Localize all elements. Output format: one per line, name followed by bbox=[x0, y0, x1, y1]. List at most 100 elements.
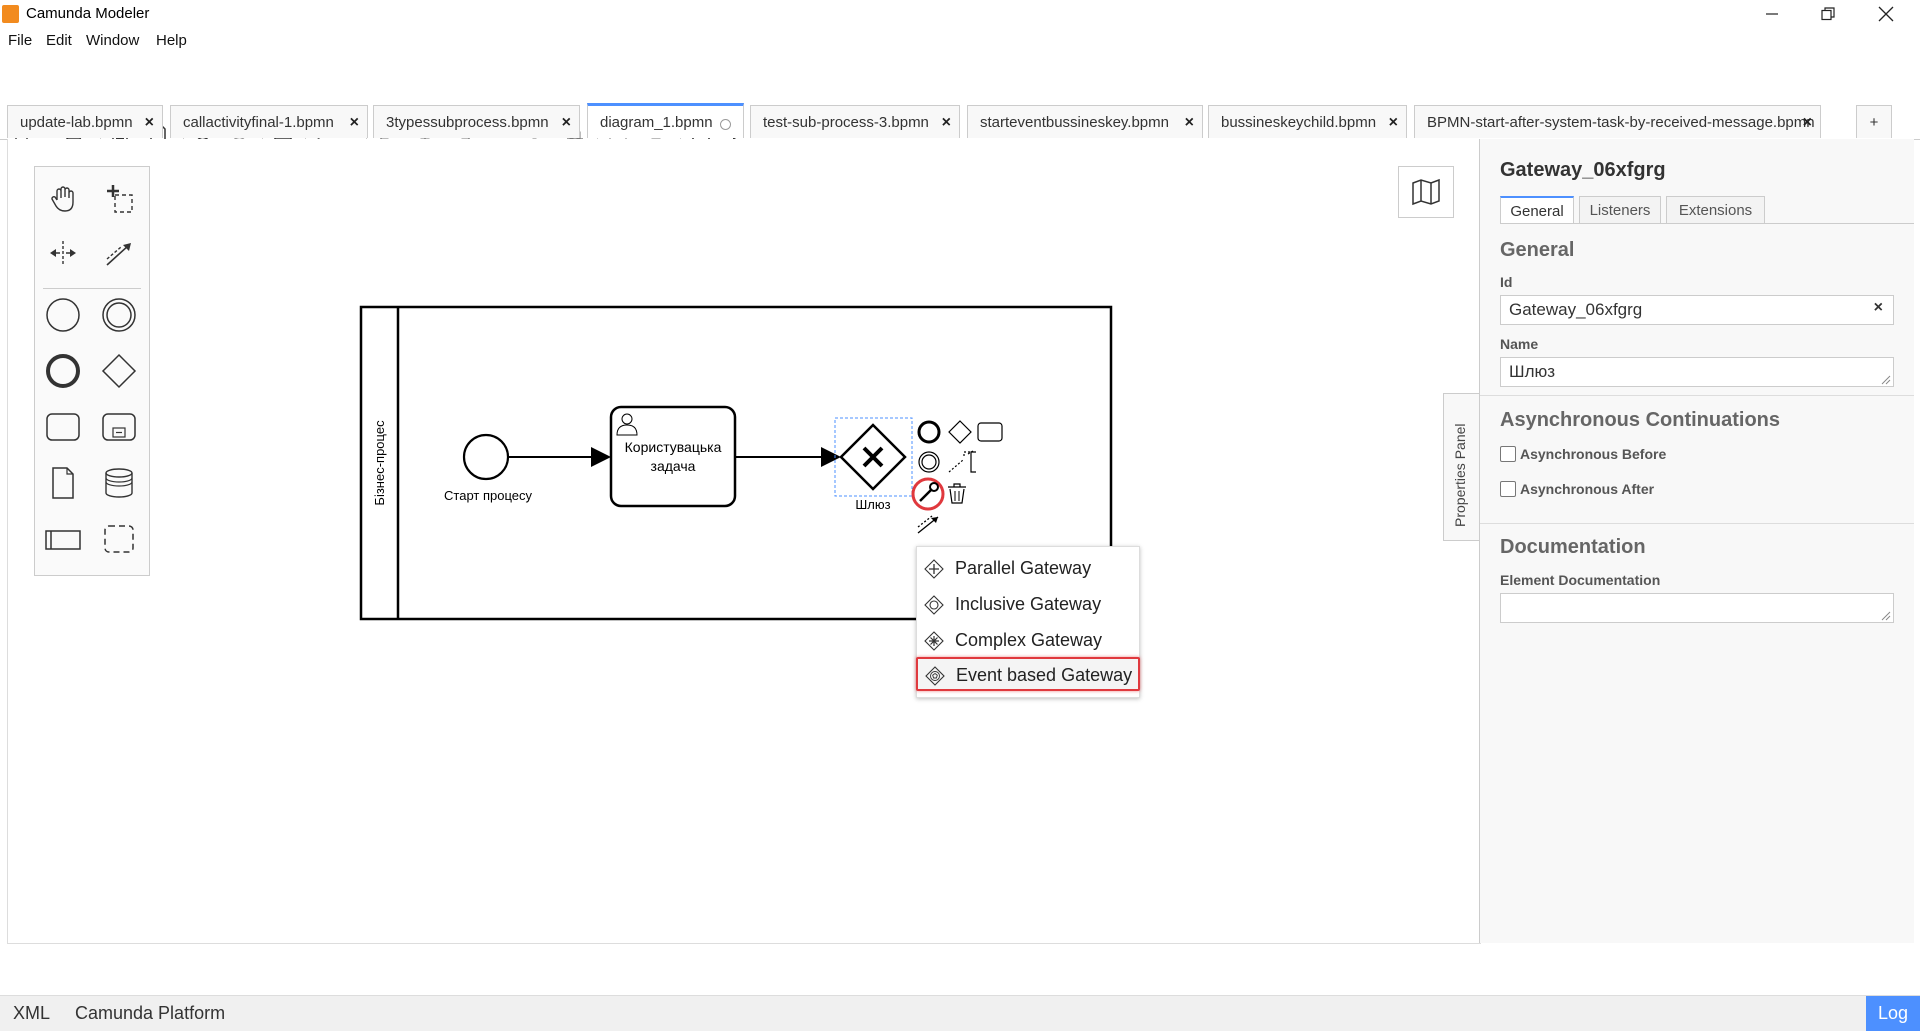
append-end-event-icon[interactable] bbox=[917, 420, 941, 444]
start-event-label: Старт процесу bbox=[444, 488, 532, 503]
append-intermediate-event-icon[interactable] bbox=[918, 451, 940, 473]
close-icon bbox=[1878, 6, 1894, 22]
user-task[interactable] bbox=[609, 405, 737, 508]
group-icon bbox=[104, 525, 134, 553]
lasso-tool-button[interactable] bbox=[97, 177, 141, 221]
inclusive-gateway-icon bbox=[924, 595, 944, 615]
hand-tool-button[interactable] bbox=[41, 177, 85, 221]
name-value: Шлюз bbox=[1509, 362, 1556, 381]
replace-parallel-gateway[interactable]: Parallel Gateway bbox=[917, 552, 1139, 586]
clear-id-icon[interactable]: × bbox=[1874, 299, 1883, 317]
connect-arrow-icon[interactable] bbox=[917, 515, 939, 534]
create-gateway-button[interactable] bbox=[97, 349, 141, 393]
user-task-label-line2: задача bbox=[651, 458, 696, 474]
text-annotation-icon[interactable] bbox=[948, 450, 974, 473]
global-connect-tool-button[interactable] bbox=[97, 231, 141, 275]
wrench-icon[interactable] bbox=[919, 482, 939, 502]
create-data-object-button[interactable] bbox=[41, 461, 85, 505]
async-after-label: Asynchronous After bbox=[1520, 481, 1655, 497]
element-documentation-input[interactable] bbox=[1500, 593, 1894, 623]
properties-panel-toggle[interactable]: Properties Panel bbox=[1443, 393, 1480, 541]
annotation-bracket-icon[interactable] bbox=[970, 451, 976, 473]
properties-panel: Gateway_06xfgrg General Listeners Extens… bbox=[1479, 139, 1914, 943]
create-subprocess-button[interactable] bbox=[97, 405, 141, 449]
task-icon bbox=[46, 413, 80, 441]
replace-inclusive-gateway[interactable]: Inclusive Gateway bbox=[917, 588, 1139, 622]
async-before-label: Asynchronous Before bbox=[1520, 446, 1667, 462]
gateway-icon bbox=[101, 353, 137, 389]
gateway-label: Шлюз bbox=[855, 497, 890, 512]
async-after-checkbox[interactable]: Asynchronous After bbox=[1500, 481, 1654, 497]
menu-item-label: Event based Gateway bbox=[956, 665, 1133, 685]
tab-listeners[interactable]: Listeners bbox=[1579, 196, 1661, 224]
connect-tool-icon bbox=[106, 243, 131, 266]
append-gateway-icon[interactable] bbox=[948, 420, 972, 444]
log-button[interactable]: Log bbox=[1866, 996, 1920, 1031]
id-value: Gateway_06xfgrg bbox=[1509, 300, 1643, 319]
intermediate-event-icon bbox=[102, 298, 136, 332]
status-bar: XML Camunda Platform Log bbox=[0, 995, 1920, 1031]
hand-icon bbox=[51, 186, 74, 212]
replace-menu: Parallel Gateway Inclusive Gateway Compl… bbox=[916, 546, 1140, 698]
checkbox-icon[interactable] bbox=[1500, 446, 1516, 462]
start-event-icon bbox=[46, 298, 80, 332]
create-group-button[interactable] bbox=[97, 517, 141, 561]
event-based-gateway-icon bbox=[925, 666, 945, 686]
checkbox-icon[interactable] bbox=[1500, 481, 1516, 497]
start-event[interactable] bbox=[462, 433, 510, 481]
pool-icon bbox=[45, 530, 81, 550]
async-section-header: Asynchronous Continuations bbox=[1500, 409, 1780, 431]
async-before-checkbox[interactable]: Asynchronous Before bbox=[1500, 446, 1666, 462]
replace-complex-gateway[interactable]: Complex Gateway bbox=[917, 624, 1139, 658]
tab-label: BPMN-start-after-system-task-by-received… bbox=[1427, 113, 1815, 131]
id-input[interactable]: Gateway_06xfgrg × bbox=[1500, 295, 1894, 325]
minimize-button[interactable] bbox=[1744, 0, 1800, 28]
end-event-icon bbox=[46, 354, 80, 388]
create-end-event-button[interactable] bbox=[41, 349, 85, 393]
resize-handle-icon[interactable] bbox=[1881, 375, 1891, 385]
xml-tab-button[interactable]: XML bbox=[13, 1003, 50, 1024]
create-data-store-button[interactable] bbox=[97, 461, 141, 505]
menu-item-label: Inclusive Gateway bbox=[955, 594, 1102, 614]
tab-general[interactable]: General bbox=[1500, 196, 1574, 224]
replace-event-based-gateway[interactable]: Event based Gateway bbox=[916, 657, 1140, 691]
restore-button[interactable] bbox=[1800, 0, 1856, 28]
resize-handle-icon[interactable] bbox=[1881, 611, 1891, 621]
create-start-event-button[interactable] bbox=[41, 293, 85, 337]
create-task-button[interactable] bbox=[41, 405, 85, 449]
tab-extensions[interactable]: Extensions bbox=[1666, 196, 1765, 224]
append-task-icon[interactable] bbox=[977, 422, 1003, 442]
bpmn-diagram: Бізнес-процес Старт процесу Користувацьк… bbox=[359, 305, 1113, 621]
subprocess-icon bbox=[102, 413, 136, 441]
parallel-gateway-icon bbox=[924, 559, 944, 579]
platform-indicator[interactable]: Camunda Platform bbox=[75, 1003, 225, 1024]
data-store-icon bbox=[105, 468, 133, 498]
user-task-label-line1: Користувацька bbox=[625, 439, 722, 455]
space-tool-button[interactable] bbox=[41, 231, 85, 275]
name-label: Name bbox=[1500, 336, 1539, 352]
close-window-button[interactable] bbox=[1858, 0, 1914, 28]
space-tool-icon bbox=[50, 241, 76, 265]
create-intermediate-event-button[interactable] bbox=[97, 293, 141, 337]
minimap-toggle-button[interactable] bbox=[1398, 166, 1454, 218]
create-pool-button[interactable] bbox=[41, 517, 85, 561]
general-section-header: General bbox=[1500, 239, 1575, 261]
new-tab-button[interactable]: + bbox=[1856, 105, 1892, 138]
complex-gateway-icon bbox=[924, 631, 944, 651]
id-label: Id bbox=[1500, 274, 1513, 290]
tool-palette bbox=[34, 166, 150, 576]
tab-close-icon[interactable]: × bbox=[1803, 114, 1812, 132]
restore-icon bbox=[1821, 7, 1835, 21]
trash-icon[interactable] bbox=[948, 483, 966, 504]
element-title: Gateway_06xfgrg bbox=[1500, 159, 1666, 181]
minimize-icon bbox=[1766, 13, 1778, 15]
properties-panel-toggle-label: Properties Panel bbox=[1452, 423, 1468, 527]
documentation-section-header: Documentation bbox=[1500, 536, 1646, 558]
element-documentation-label: Element Documentation bbox=[1500, 572, 1661, 588]
menu-item-label: Complex Gateway bbox=[955, 630, 1103, 650]
pool-label: Бізнес-процес bbox=[372, 420, 387, 506]
menu-item-label: Parallel Gateway bbox=[955, 558, 1092, 578]
map-icon bbox=[1412, 178, 1440, 206]
name-input[interactable]: Шлюз bbox=[1500, 357, 1894, 387]
lasso-icon bbox=[107, 185, 133, 213]
